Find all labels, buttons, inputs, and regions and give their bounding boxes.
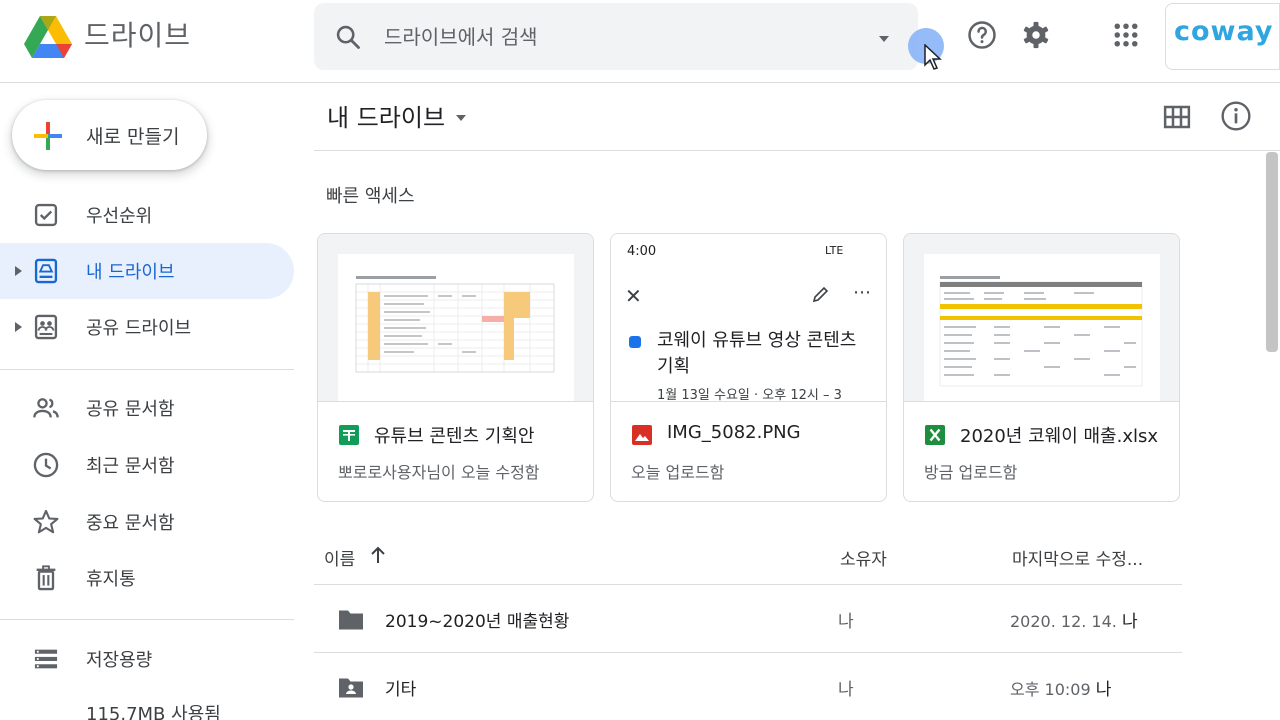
sidebar-item-label: 공유 드라이브 xyxy=(86,318,192,339)
sidebar-item-label: 내 드라이브 xyxy=(86,262,175,283)
quick-access-card[interactable]: 4:00 LTE ✕ ⋯ 코웨이 유튜브 영상 콘텐츠 기획 1월 13일 수요… xyxy=(610,233,887,502)
spreadsheet-preview xyxy=(338,254,574,401)
storage-icon xyxy=(34,649,58,669)
file-modified: 2020. 12. 14. 나 xyxy=(1010,612,1138,632)
file-thumbnail xyxy=(904,234,1179,402)
file-thumbnail: 4:00 LTE ✕ ⋯ 코웨이 유튜브 영상 콘텐츠 기획 1월 13일 수요… xyxy=(611,234,886,402)
page-title[interactable]: 내 드라이브 xyxy=(327,98,445,133)
info-icon[interactable] xyxy=(1220,100,1252,132)
sidebar-item-shared-with-me[interactable]: 공유 문서함 xyxy=(0,380,294,436)
file-name: 기타 xyxy=(385,680,417,700)
sidebar-divider xyxy=(0,369,294,370)
sidebar-item-recent[interactable]: 최근 문서함 xyxy=(0,437,294,493)
file-owner: 나 xyxy=(838,612,854,632)
sidebar-item-label: 휴지통 xyxy=(86,569,136,590)
preview-status: LTE xyxy=(825,244,844,257)
quick-access-title: 빠른 액세스 xyxy=(326,186,415,207)
sheets-icon xyxy=(339,425,359,445)
table-row[interactable]: 2019~2020년 매출현황 나 2020. 12. 14. 나 xyxy=(314,585,1182,653)
my-drive-icon xyxy=(34,258,58,284)
brand-logo-text: coway xyxy=(1174,16,1274,47)
search-input[interactable] xyxy=(384,21,854,53)
sidebar-item-label: 우선순위 xyxy=(86,206,153,227)
file-name: IMG_5082.PNG xyxy=(667,422,801,443)
file-owner: 나 xyxy=(838,680,854,700)
file-activity: 방금 업로드함 xyxy=(924,463,1018,482)
mouse-cursor-icon xyxy=(924,44,942,70)
search-options-icon[interactable] xyxy=(874,29,894,49)
file-name: 유튜브 콘텐츠 기획안 xyxy=(374,426,535,447)
sidebar-item-priority[interactable]: 우선순위 xyxy=(0,187,294,243)
sidebar-item-label: 중요 문서함 xyxy=(86,513,175,534)
expand-arrow-icon[interactable] xyxy=(12,264,24,278)
expand-arrow-icon[interactable] xyxy=(12,320,24,334)
spreadsheet-preview xyxy=(924,254,1160,401)
pencil-icon xyxy=(812,286,829,303)
folder-icon xyxy=(339,610,363,630)
chevron-down-icon[interactable] xyxy=(452,110,470,126)
account-brand-logo[interactable]: coway xyxy=(1165,3,1280,70)
sidebar-item-trash[interactable]: 휴지통 xyxy=(0,550,294,606)
file-name: 2020년 코웨이 매출.xlsx xyxy=(960,426,1159,447)
close-icon: ✕ xyxy=(625,284,642,308)
storage-usage-text: 115.7MB 사용됨 xyxy=(86,704,221,720)
column-header-name[interactable]: 이름 xyxy=(324,545,355,570)
sidebar-item-my-drive[interactable]: 내 드라이브 xyxy=(0,243,294,299)
table-row[interactable]: 기타 나 오후 10:09 나 xyxy=(314,653,1182,720)
people-icon xyxy=(33,398,59,418)
new-button-label: 새로 만들기 xyxy=(86,126,180,148)
sidebar-divider xyxy=(0,619,294,620)
file-activity: 뽀로로사용자님이 오늘 수정함 xyxy=(338,463,540,482)
main-divider xyxy=(314,150,1280,151)
file-thumbnail xyxy=(318,234,593,402)
file-list-header: 이름 소유자 마지막으로 수정... xyxy=(314,530,1182,585)
trash-icon xyxy=(36,565,56,591)
quick-access-card[interactable]: 2020년 코웨이 매출.xlsx 방금 업로드함 xyxy=(903,233,1180,502)
phone-screenshot-preview: 4:00 LTE ✕ ⋯ 코웨이 유튜브 영상 콘텐츠 기획 1월 13일 수요… xyxy=(611,234,886,402)
sidebar-item-label: 저장용량 xyxy=(86,650,153,671)
new-button[interactable]: 새로 만들기 xyxy=(12,100,207,170)
star-icon xyxy=(33,509,59,534)
spreadsheet-preview-image xyxy=(939,276,1143,387)
shared-drives-icon xyxy=(34,314,58,340)
excel-icon xyxy=(925,425,945,445)
grid-view-icon[interactable] xyxy=(1162,102,1192,132)
preview-time: 4:00 xyxy=(627,244,657,259)
image-file-icon xyxy=(632,425,652,445)
sidebar-item-storage[interactable]: 저장용량 xyxy=(0,631,294,687)
priority-checkbox-icon xyxy=(34,203,58,227)
spreadsheet-preview-image xyxy=(355,276,555,373)
sort-arrow-up-icon[interactable] xyxy=(368,544,388,566)
sidebar-item-label: 최근 문서함 xyxy=(86,456,175,477)
help-icon[interactable] xyxy=(967,20,997,50)
column-header-owner[interactable]: 소유자 xyxy=(840,545,887,570)
calendar-color-dot xyxy=(629,336,641,348)
plus-icon xyxy=(34,122,62,150)
app-name[interactable]: 드라이브 xyxy=(84,14,191,54)
clock-icon xyxy=(33,452,59,478)
sidebar-item-label: 공유 문서함 xyxy=(86,399,175,420)
drive-logo-icon[interactable] xyxy=(24,12,72,60)
preview-event-date: 1월 13일 수요일 · 오후 12시 – 3 xyxy=(657,388,842,402)
scrollbar[interactable] xyxy=(1266,152,1278,352)
sidebar-item-starred[interactable]: 중요 문서함 xyxy=(0,494,294,550)
search-bar[interactable] xyxy=(314,3,918,70)
search-icon[interactable] xyxy=(334,23,362,51)
quick-access-card[interactable]: 유튜브 콘텐츠 기획안 뽀로로사용자님이 오늘 수정함 xyxy=(317,233,594,502)
column-header-modified[interactable]: 마지막으로 수정... xyxy=(1012,545,1143,570)
preview-event-title: 코웨이 유튜브 영상 콘텐츠 기획 xyxy=(657,330,857,377)
file-modified: 오후 10:09 나 xyxy=(1010,680,1112,700)
top-bar: 드라이브 드라이브에서 검색 coway xyxy=(0,0,1280,83)
shared-folder-icon xyxy=(339,678,363,698)
settings-gear-icon[interactable] xyxy=(1021,20,1051,50)
file-activity: 오늘 업로드함 xyxy=(631,463,725,482)
file-name: 2019~2020년 매출현황 xyxy=(385,612,570,632)
more-options-icon: ⋯ xyxy=(853,282,871,303)
apps-grid-icon[interactable] xyxy=(1111,20,1141,50)
sidebar-item-shared-drives[interactable]: 공유 드라이브 xyxy=(0,299,294,355)
